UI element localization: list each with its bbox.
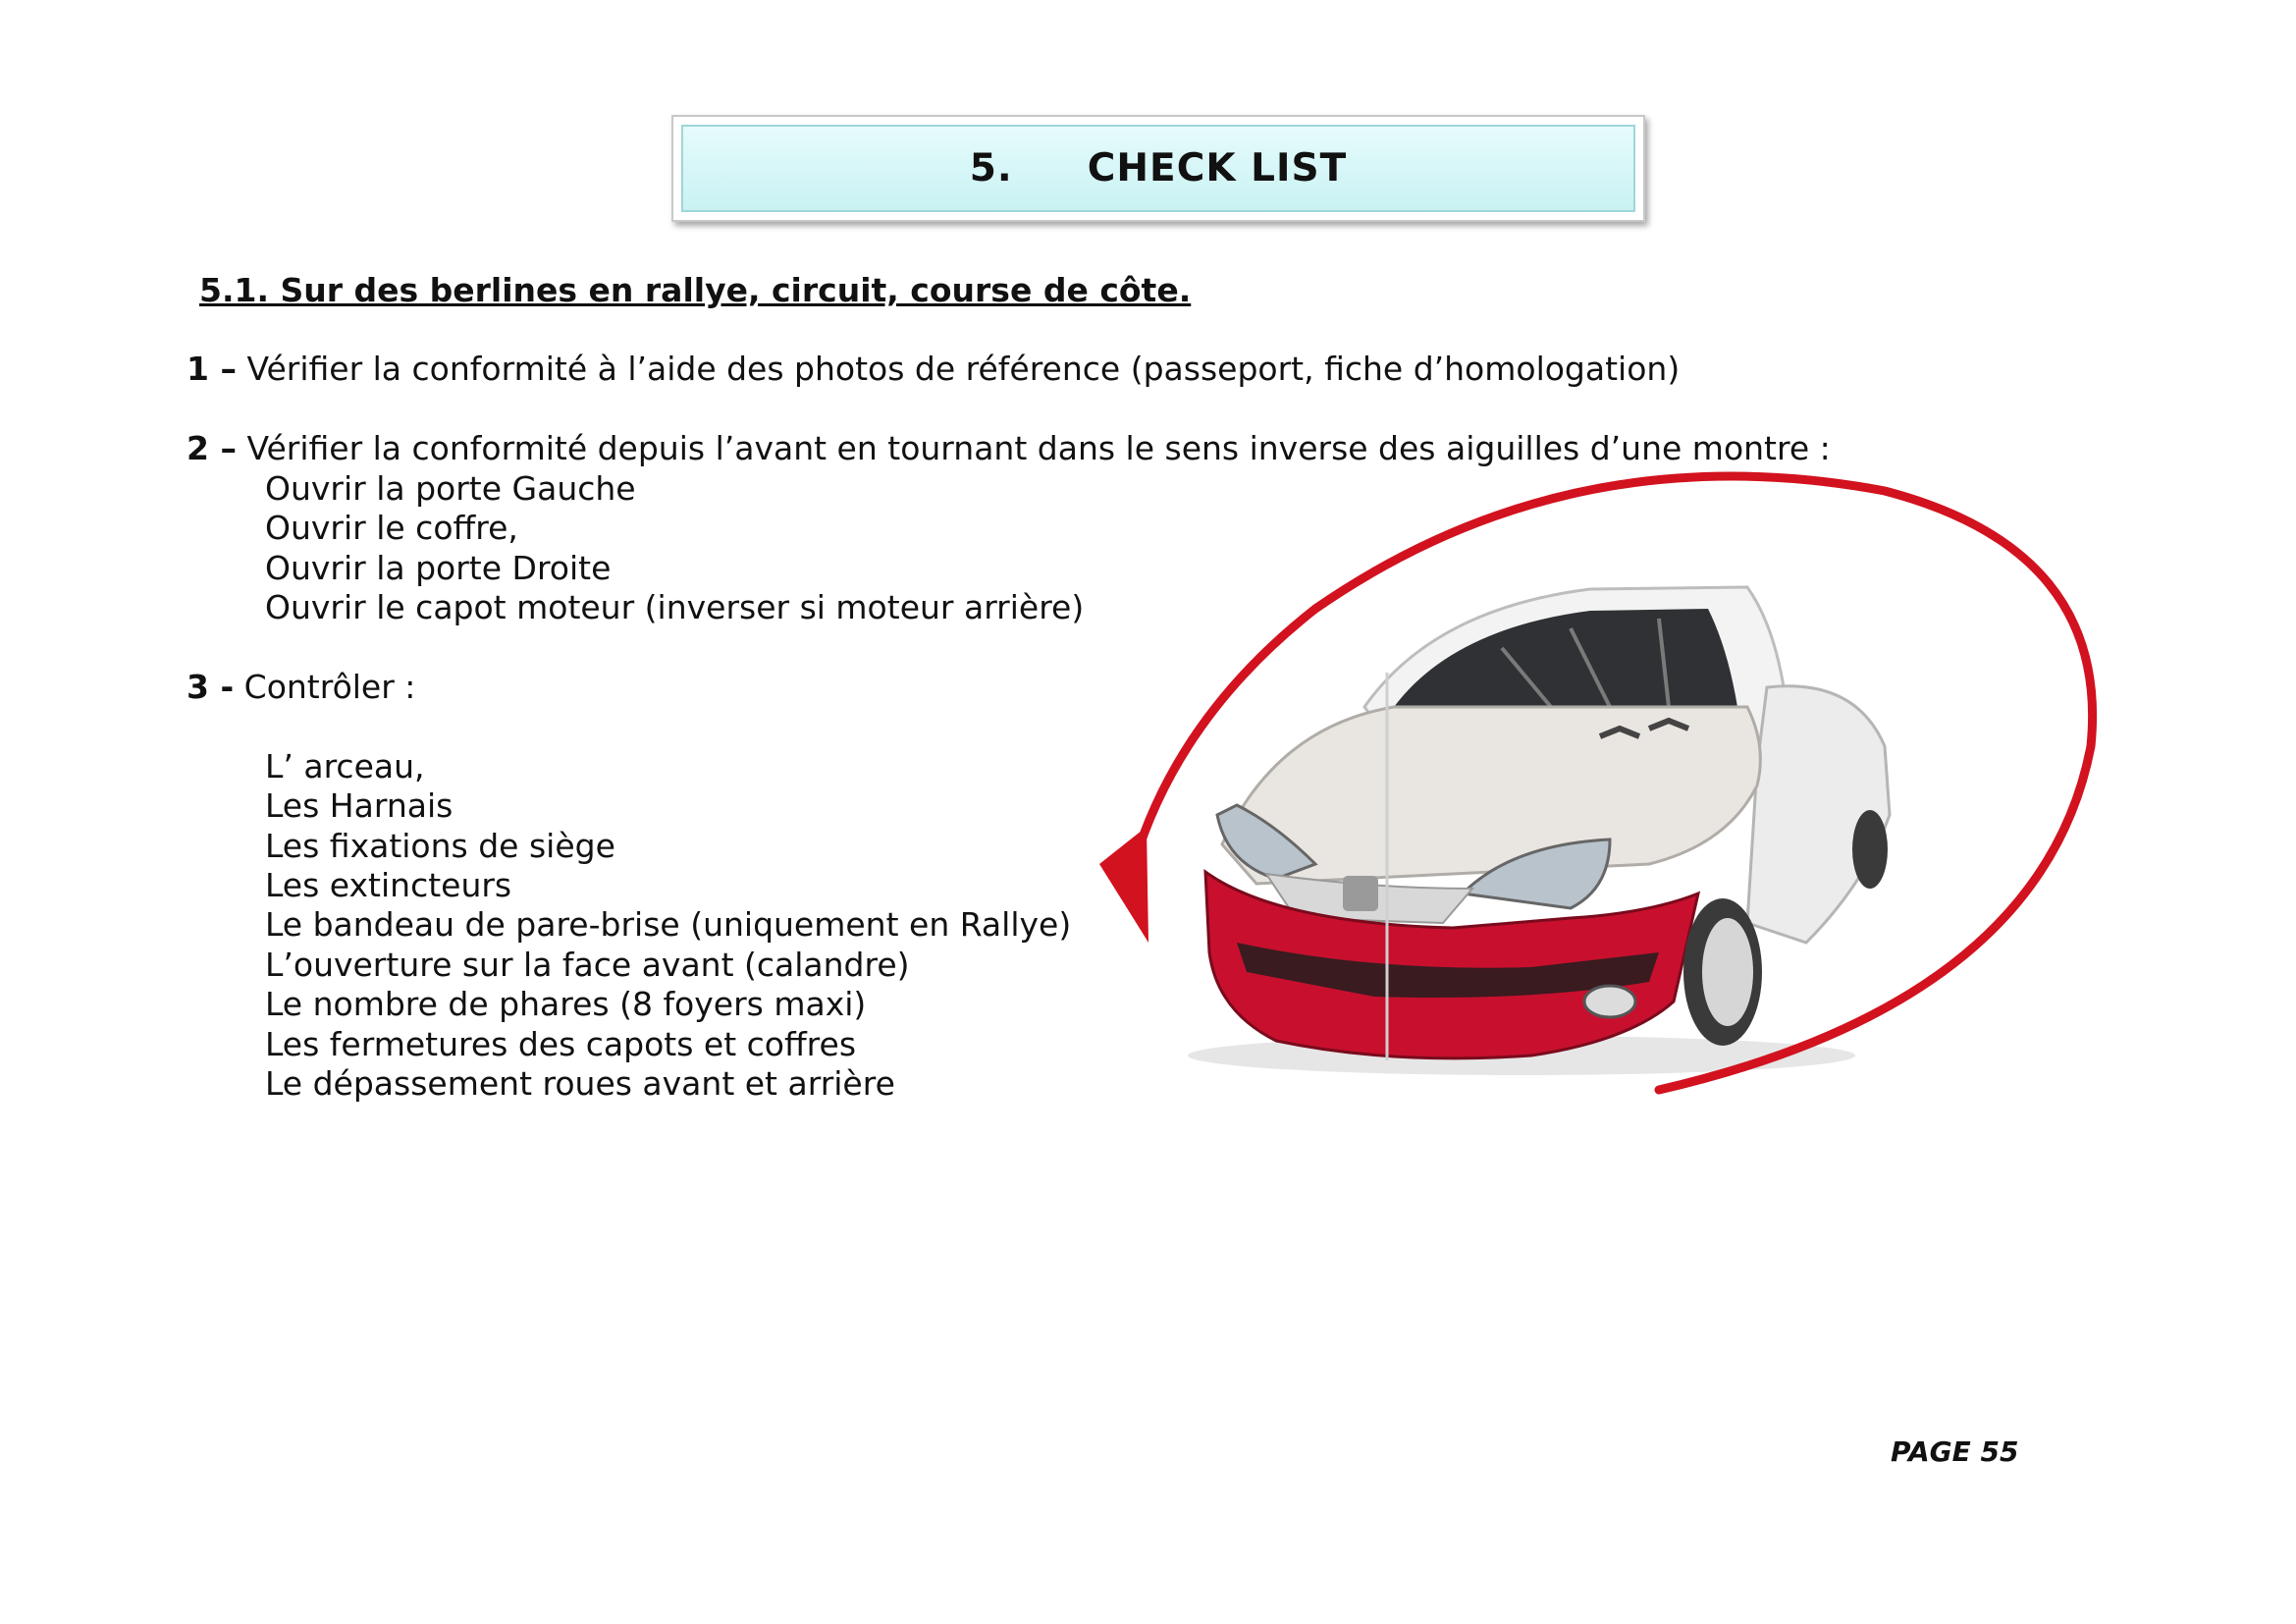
checklist-subitem: Les fermetures des capots et coffres — [265, 1025, 857, 1063]
checklist-subitem: L’ouverture sur la face avant (calandre) — [265, 946, 910, 984]
checklist-subitem: Ouvrir le coffre, — [265, 509, 518, 547]
section-title: 5. CHECK LIST — [681, 125, 1635, 212]
checklist-subitem: Le dépassement roues avant et arrière — [265, 1064, 895, 1103]
checklist-subitem: Le nombre de phares (8 foyers maxi) — [265, 985, 867, 1023]
checklist-subitem: Le bandeau de pare-brise (uniquement en … — [265, 905, 1072, 944]
checklist-subitem: Les extincteurs — [265, 866, 512, 904]
checklist-item-3: 3 - Contrôler : — [187, 668, 415, 706]
checklist-subitem: Ouvrir le capot moteur (inverser si mote… — [265, 588, 1085, 626]
item-text: Contrôler : — [234, 668, 416, 706]
item-text: Vérifier la conformité à l’aide des phot… — [236, 350, 1681, 388]
checklist-subitem: Les fixations de siège — [265, 827, 615, 865]
item-number: 3 - — [187, 668, 235, 706]
page-number: PAGE 55 — [1891, 1435, 2019, 1468]
item-number: 1 – — [187, 350, 237, 388]
checklist-subitem: Les Harnais — [265, 786, 454, 825]
checklist-subitem: Ouvrir la porte Droite — [265, 549, 612, 587]
checklist-subitem: L’ arceau, — [265, 747, 425, 785]
checklist-subitem: Ouvrir la porte Gauche — [265, 469, 636, 508]
subsection-heading: 5.1. Sur des berlines en rallye, circuit… — [199, 271, 1192, 309]
section-title-text: CHECK LIST — [1087, 146, 1348, 190]
item-number: 2 – — [187, 429, 237, 467]
car-rotation-figure — [1099, 471, 2098, 1095]
checklist-item-1: 1 – Vérifier la conformité à l’aide des … — [187, 350, 1680, 388]
section-title-box: 5. CHECK LIST — [671, 115, 1645, 222]
section-title-number: 5. — [969, 146, 1013, 190]
car-photo — [1188, 585, 1892, 1075]
